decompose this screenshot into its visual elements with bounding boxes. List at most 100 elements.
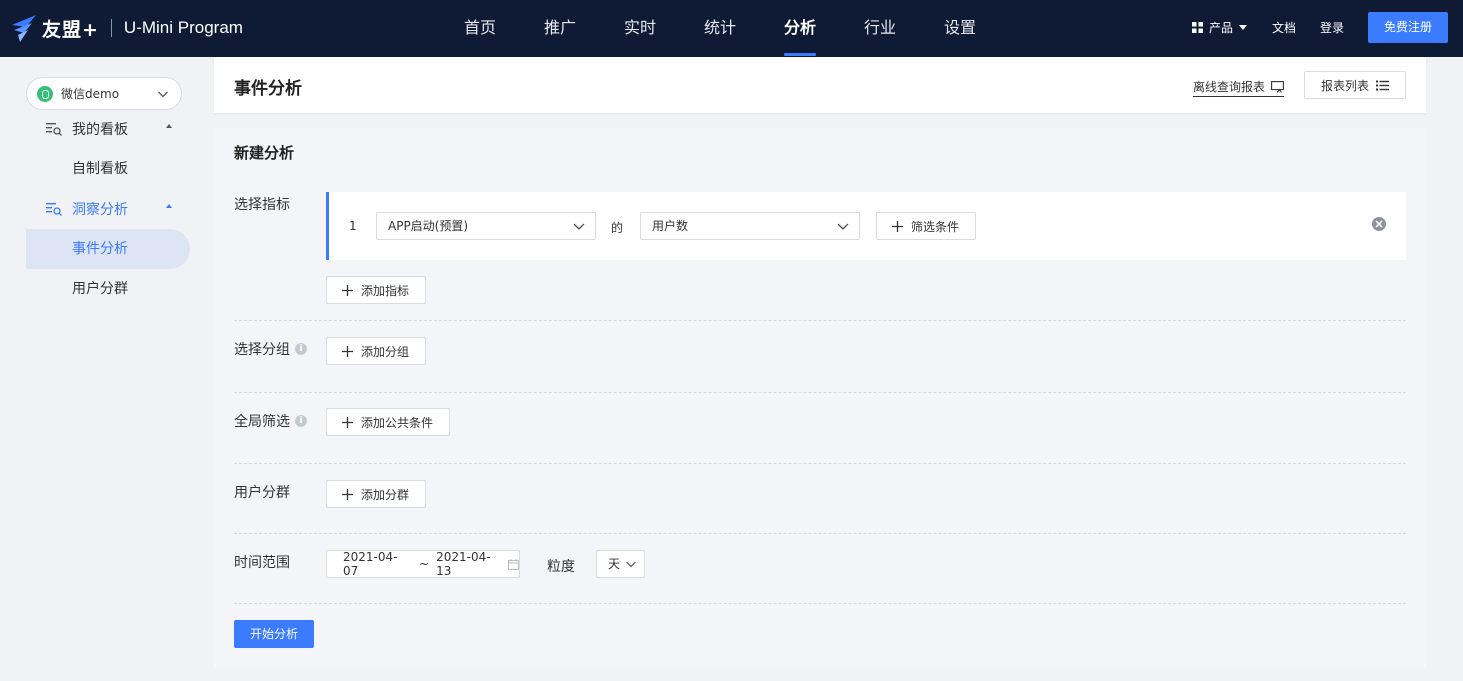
start-date: 2021-04-07 — [343, 550, 398, 578]
segment-label-text: 用户分群 — [234, 485, 290, 501]
plus-icon — [342, 488, 353, 500]
sidebar: 微信demo 我的看板 自制看板 洞察分析 事件分析 用户分群 — [0, 57, 200, 681]
divider — [234, 603, 1406, 604]
time-range-label: 时间范围 — [234, 552, 290, 572]
nav-item-realtime[interactable]: 实时 — [600, 0, 680, 57]
info-icon[interactable]: i — [295, 415, 307, 427]
measure-select-value: 用户数 — [652, 219, 689, 233]
filter-condition-button[interactable]: 筛选条件 — [876, 212, 976, 240]
brand-divider — [110, 19, 112, 37]
measure-select[interactable]: 用户数 — [640, 212, 860, 240]
global-filter-label: 全局筛选 i — [234, 411, 307, 431]
add-segment-label: 添加分群 — [361, 487, 410, 502]
nav-item-home[interactable]: 首页 — [440, 0, 520, 57]
date-range-picker[interactable]: 2021-04-07 ~ 2021-04-13 — [326, 550, 520, 578]
divider — [234, 533, 1406, 534]
metric-row: 1 APP启动(预置) 的 用户数 筛选条件 — [326, 192, 1406, 260]
info-icon[interactable]: i — [295, 343, 307, 355]
granularity-select[interactable]: 天 — [596, 550, 645, 578]
granularity-label: 粒度 — [547, 559, 575, 575]
plus-icon — [342, 284, 353, 296]
nav-item-settings[interactable]: 设置 — [920, 0, 1000, 57]
chevron-down-icon — [626, 561, 636, 568]
sidebar-item-user-segments[interactable]: 用户分群 — [26, 269, 190, 309]
offline-report-label: 离线查询报表 — [1192, 80, 1265, 94]
main-nav: 首页 推广 实时 统计 分析 行业 设置 — [440, 0, 1000, 57]
plus-icon — [892, 220, 903, 232]
brand[interactable]: 友盟+ U-Mini Program — [10, 12, 243, 44]
sidebar-group-my-dashboards[interactable]: 我的看板 — [46, 119, 176, 139]
divider — [234, 392, 1406, 393]
mini-program-icon — [37, 85, 53, 102]
chevron-up-icon — [166, 204, 172, 208]
product-menu-label: 产品 — [1208, 21, 1233, 35]
granularity-value: 天 — [608, 557, 621, 571]
signup-button[interactable]: 免费注册 — [1368, 12, 1448, 43]
metric-label-text: 选择指标 — [234, 197, 290, 213]
add-group-label: 添加分组 — [361, 344, 410, 359]
docs-link[interactable]: 文档 — [1272, 19, 1296, 36]
page-header: 事件分析 离线查询报表 报表列表 — [214, 57, 1426, 113]
nav-item-industry[interactable]: 行业 — [840, 0, 920, 57]
divider — [234, 320, 1406, 321]
top-right-actions: 产品 文档 登录 免费注册 — [1191, 12, 1448, 43]
filter-condition-label: 筛选条件 — [911, 219, 960, 234]
add-global-condition-button[interactable]: 添加公共条件 — [326, 408, 450, 436]
brand-name: 友盟+ — [42, 18, 99, 41]
login-link[interactable]: 登录 — [1320, 19, 1344, 36]
offline-report-link[interactable]: 离线查询报表 — [1192, 78, 1284, 97]
group-label-text: 选择分组 — [234, 342, 290, 358]
divider — [234, 463, 1406, 464]
add-metric-label: 添加指标 — [361, 283, 410, 298]
sidebar-group-insight-analysis[interactable]: 洞察分析 — [46, 199, 176, 219]
nav-item-analysis[interactable]: 分析 — [760, 0, 840, 57]
caret-down-icon — [1238, 25, 1247, 30]
nav-item-statistics[interactable]: 统计 — [680, 0, 760, 57]
start-analysis-button[interactable]: 开始分析 — [234, 620, 314, 648]
event-select[interactable]: APP启动(预置) — [376, 212, 596, 240]
plus-icon — [342, 345, 353, 357]
add-segment-button[interactable]: 添加分群 — [326, 480, 426, 508]
global-filter-label-text: 全局筛选 — [234, 414, 290, 430]
sidebar-group-label: 我的看板 — [72, 122, 128, 138]
list-search-icon — [46, 123, 62, 136]
metric-index: 1 — [349, 219, 357, 233]
nav-item-promotion[interactable]: 推广 — [520, 0, 600, 57]
chevron-down-icon — [158, 91, 168, 98]
calendar-icon — [508, 558, 520, 570]
section-title: 新建分析 — [234, 144, 295, 162]
sidebar-item-custom-dashboard[interactable]: 自制看板 — [26, 149, 190, 189]
date-separator: ~ — [419, 557, 430, 571]
brand-product-name: U-Mini Program — [123, 18, 243, 37]
report-list-label: 报表列表 — [1320, 78, 1369, 93]
group-label: 选择分组 i — [234, 339, 307, 359]
analysis-form: 新建分析 选择指标 1 APP启动(预置) 的 用户数 筛选条件 添加指标 选择… — [214, 128, 1426, 668]
end-date: 2021-04-13 — [436, 550, 491, 578]
chevron-up-icon — [166, 124, 172, 128]
add-global-condition-label: 添加公共条件 — [361, 415, 434, 430]
app-selector[interactable]: 微信demo — [26, 77, 182, 110]
list-search-icon — [46, 203, 62, 216]
sidebar-item-event-analysis[interactable]: 事件分析 — [26, 229, 190, 269]
list-icon — [1376, 80, 1389, 90]
of-label: 的 — [611, 221, 624, 235]
report-list-button[interactable]: 报表列表 — [1304, 71, 1406, 99]
segment-label: 用户分群 — [234, 482, 290, 502]
umeng-logo-icon — [12, 15, 36, 42]
event-select-value: APP启动(预置) — [388, 219, 469, 233]
chevron-down-icon — [573, 223, 585, 230]
chevron-down-icon — [837, 223, 849, 230]
page-title: 事件分析 — [234, 79, 302, 99]
grid-icon — [1191, 22, 1203, 33]
app-selector-label: 微信demo — [61, 87, 120, 101]
top-navigation-bar: 友盟+ U-Mini Program 首页 推广 实时 统计 分析 行业 设置 … — [0, 0, 1463, 57]
product-menu[interactable]: 产品 — [1191, 19, 1247, 36]
metric-label: 选择指标 — [234, 194, 290, 214]
add-group-button[interactable]: 添加分组 — [326, 337, 426, 365]
sidebar-group-label: 洞察分析 — [72, 202, 128, 218]
time-range-label-text: 时间范围 — [234, 555, 290, 571]
plus-icon — [342, 416, 353, 428]
remove-metric-icon[interactable] — [1372, 217, 1386, 231]
add-metric-button[interactable]: 添加指标 — [326, 276, 426, 304]
screen-icon — [1271, 80, 1284, 93]
